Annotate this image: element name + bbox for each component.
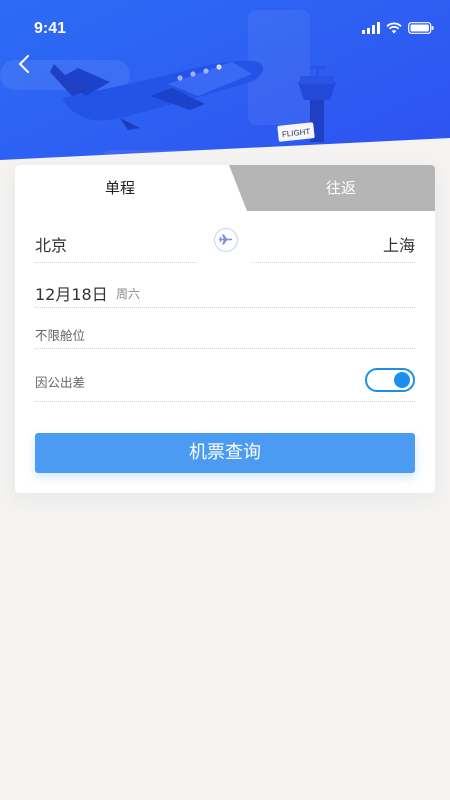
- status-time: 9:41: [34, 20, 67, 37]
- departure-city[interactable]: 北京: [35, 232, 67, 256]
- business-underline: [35, 401, 415, 402]
- business-trip-toggle[interactable]: [365, 368, 415, 392]
- tab-round-trip[interactable]: 往返: [247, 165, 435, 211]
- status-bar: 9:41: [0, 0, 450, 56]
- wifi-icon: [386, 22, 402, 34]
- back-button[interactable]: [14, 52, 36, 76]
- airplane-icon: [219, 234, 232, 245]
- battery-icon: [408, 22, 434, 34]
- status-icons: [362, 21, 434, 35]
- chevron-left-icon: [19, 55, 29, 73]
- date-underline: [35, 307, 415, 308]
- cabin-class-select[interactable]: 不限舱位: [35, 325, 85, 344]
- arrival-underline: [252, 262, 415, 263]
- search-flights-button[interactable]: 机票查询: [35, 433, 415, 473]
- business-trip-label: 因公出差: [35, 375, 86, 390]
- departure-weekday: 周六: [116, 287, 141, 301]
- swap-cities-button[interactable]: [214, 228, 238, 252]
- toggle-knob: [394, 372, 410, 388]
- departure-underline: [35, 262, 197, 263]
- tab-one-way[interactable]: [15, 165, 247, 211]
- cabin-underline: [35, 348, 415, 349]
- signal-icon: [362, 22, 380, 34]
- departure-date[interactable]: 12月18日: [35, 281, 108, 305]
- trip-type-tabs: 单程 往返: [15, 165, 435, 211]
- flight-search-card: 单程 往返 北京 上海 12月18日 周六 不限舱位 因公出差 机票查询: [15, 165, 435, 493]
- arrival-city[interactable]: 上海: [383, 232, 415, 256]
